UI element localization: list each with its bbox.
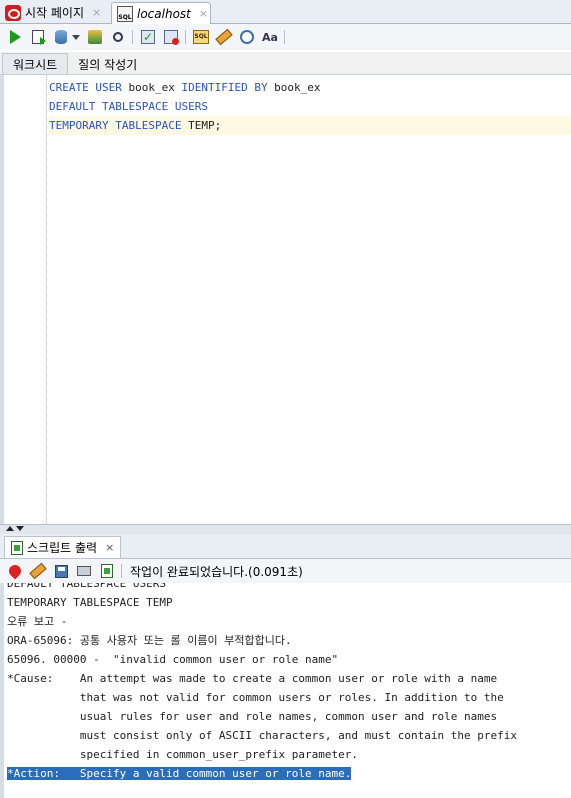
format-button[interactable]: Aa xyxy=(262,29,278,45)
output-text: usual rules for user and role names, com… xyxy=(7,710,498,723)
close-icon[interactable]: × xyxy=(92,6,101,19)
save-icon xyxy=(54,564,68,578)
output-line: 오류 보고 - xyxy=(7,612,571,631)
sql-tuning-button[interactable]: SQL xyxy=(193,29,209,45)
worksheet-subtabs: 워크시트 질의 작성기 xyxy=(0,52,571,75)
tab-localhost[interactable]: SQL localhost × xyxy=(111,2,211,24)
save-output-button[interactable] xyxy=(53,563,69,579)
output-line: that was not valid for common users or r… xyxy=(7,688,571,707)
sql-token: book_ex xyxy=(267,81,321,94)
output-toolbar: 작업이 완료되었습니다.(0.091초) xyxy=(0,559,571,583)
sql-tuning-icon: SQL xyxy=(193,30,209,44)
output-text: 65096. 00000 - "invalid common user or r… xyxy=(7,653,339,666)
clear-icon xyxy=(29,562,47,580)
debug-icon xyxy=(88,30,102,44)
document-tab-bar: 시작 페이지 × SQL localhost × xyxy=(0,0,571,24)
oracle-icon xyxy=(5,4,21,21)
sql-token: TEMP; xyxy=(181,119,222,132)
format-icon: Aa xyxy=(262,30,278,44)
rollback-icon xyxy=(164,30,179,45)
tab-label: localhost xyxy=(137,6,191,21)
output-text: must consist only of ASCII characters, a… xyxy=(7,729,517,742)
sql-keyword: CREATE USER xyxy=(49,81,122,94)
toolbar-divider xyxy=(284,30,285,44)
sql-connection-icon: SQL xyxy=(117,5,133,22)
commit-icon xyxy=(55,30,67,44)
pin-button[interactable] xyxy=(6,562,24,580)
output-line: ORA-65096: 공통 사용자 또는 롤 이름이 부적합합니다. xyxy=(7,631,571,650)
tab-script-output[interactable]: 스크립트 출력 × xyxy=(4,536,122,558)
script-output-icon xyxy=(11,540,23,555)
output-line: specified in common_user_prefix paramete… xyxy=(7,745,571,764)
expand-up-icon[interactable] xyxy=(6,526,14,531)
code-line[interactable]: CREATE USER book_ex IDENTIFIED BY book_e… xyxy=(49,78,571,97)
explain-plan-button[interactable] xyxy=(110,29,126,45)
output-text: *Action: Specify a valid common user or … xyxy=(7,767,352,780)
tab-query-builder[interactable]: 질의 작성기 xyxy=(68,54,147,74)
code-line[interactable]: DEFAULT TABLESPACE USERS xyxy=(49,97,571,116)
line-gutter xyxy=(4,75,46,524)
worksheet-toolbar: ✓ SQL Aa xyxy=(0,24,571,50)
output-text: specified in common_user_prefix paramete… xyxy=(7,748,358,761)
explain-plan-icon xyxy=(113,32,123,42)
debug-button[interactable] xyxy=(87,29,103,45)
output-text: DEFAULT TABLESPACE USERS xyxy=(7,583,166,590)
close-icon[interactable]: × xyxy=(199,7,208,20)
run-statement-button[interactable] xyxy=(7,29,23,45)
clear-output-button[interactable] xyxy=(29,562,47,580)
tab-worksheet[interactable]: 워크시트 xyxy=(2,53,69,74)
sql-keyword: DEFAULT TABLESPACE USERS xyxy=(49,100,208,113)
output-line: usual rules for user and role names, com… xyxy=(7,707,571,726)
dropdown-button[interactable] xyxy=(72,29,80,45)
output-line: *Cause: An attempt was made to create a … xyxy=(7,669,571,688)
commit-check-icon: ✓ xyxy=(141,30,155,44)
toolbar-divider xyxy=(185,30,186,44)
collapse-down-icon[interactable] xyxy=(16,526,24,531)
toolbar-divider xyxy=(132,30,133,44)
output-line: *Action: Specify a valid common user or … xyxy=(7,764,571,783)
script-output-area[interactable]: DEFAULT TABLESPACE USERS TEMPORARY TABLES… xyxy=(0,583,571,798)
export-button[interactable] xyxy=(99,563,115,579)
output-text: 오류 보고 - xyxy=(7,615,68,628)
code-line[interactable]: TEMPORARY TABLESPACE TEMP; xyxy=(49,116,571,135)
print-icon xyxy=(77,566,91,576)
close-icon[interactable]: × xyxy=(105,541,114,554)
toolbar-divider xyxy=(121,564,122,578)
dropdown-caret-icon xyxy=(72,34,80,40)
run-script-button[interactable] xyxy=(30,29,46,45)
editor-content[interactable]: CREATE USER book_ex IDENTIFIED BY book_e… xyxy=(49,78,571,135)
rollback-button[interactable] xyxy=(163,29,179,45)
clear-icon xyxy=(215,28,233,46)
output-text: TEMPORARY TABLESPACE TEMP xyxy=(7,596,173,609)
output-line: DEFAULT TABLESPACE USERS xyxy=(7,583,571,593)
tab-label: 시작 페이지 xyxy=(25,6,85,20)
tab-start-page[interactable]: 시작 페이지 × xyxy=(0,2,108,23)
tab-label: 스크립트 출력 xyxy=(27,541,98,555)
clear-button[interactable] xyxy=(215,28,233,46)
output-line: must consist only of ASCII characters, a… xyxy=(7,726,571,745)
gutter-divider xyxy=(46,75,47,524)
run-statement-icon xyxy=(9,30,21,44)
sql-keyword: IDENTIFIED BY xyxy=(181,81,268,94)
task-status: 작업이 완료되었습니다.(0.091초) xyxy=(130,564,303,579)
history-icon xyxy=(240,30,254,44)
commit-button[interactable] xyxy=(53,29,69,45)
sql-editor[interactable]: CREATE USER book_ex IDENTIFIED BY book_e… xyxy=(0,75,571,524)
sql-token: book_ex xyxy=(121,81,182,94)
commit-check-button[interactable]: ✓ xyxy=(140,29,156,45)
output-text: that was not valid for common users or r… xyxy=(7,691,504,704)
run-script-icon xyxy=(32,30,46,45)
export-icon xyxy=(101,564,113,578)
output-line: TEMPORARY TABLESPACE TEMP xyxy=(7,593,571,612)
output-line: 65096. 00000 - "invalid common user or r… xyxy=(7,650,571,669)
pane-splitter[interactable] xyxy=(0,524,571,534)
sql-keyword: TEMPORARY TABLESPACE xyxy=(49,119,182,132)
output-text: ORA-65096: 공통 사용자 또는 롤 이름이 부적합합니다. xyxy=(7,634,292,647)
output-text: *Cause: An attempt was made to create a … xyxy=(7,672,498,685)
print-button[interactable] xyxy=(76,563,92,579)
output-tab-bar: 스크립트 출력 × xyxy=(0,534,571,559)
history-button[interactable] xyxy=(239,29,255,45)
pin-icon xyxy=(6,562,24,580)
